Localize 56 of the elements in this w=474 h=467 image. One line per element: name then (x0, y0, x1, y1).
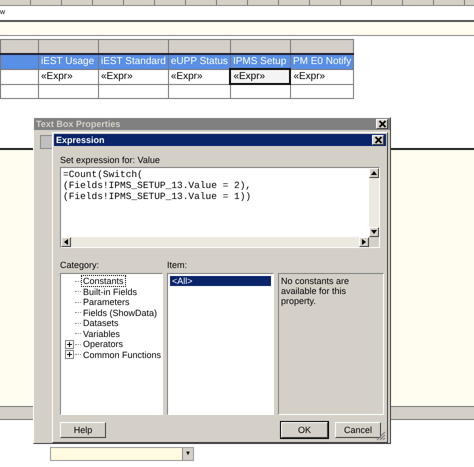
list-label: Item: (167, 260, 188, 271)
tree-item[interactable]: Constants (82, 276, 125, 286)
window-title: Text Box Properties (36, 119, 120, 129)
ok-button[interactable]: OK (281, 422, 328, 438)
table-cell[interactable] (168, 84, 230, 98)
expand-icon[interactable] (64, 340, 74, 349)
dialog-title: Expression (56, 135, 105, 145)
tree-item[interactable]: Common Functions (82, 350, 162, 360)
table-cell[interactable] (38, 84, 98, 98)
table-cell[interactable] (98, 84, 168, 98)
scrollbar-corner (369, 237, 379, 247)
expand-icon[interactable] (64, 350, 74, 360)
scroll-right-icon[interactable] (359, 237, 369, 247)
column-header: iEST Usage (38, 54, 98, 69)
tree-item[interactable]: Parameters (82, 297, 131, 308)
table-cell (230, 40, 290, 54)
column-header: eUPP Status (168, 54, 230, 69)
table-cell (168, 40, 230, 54)
list-label: Category: (60, 260, 100, 271)
table-cell (290, 40, 354, 54)
close-icon (374, 136, 382, 144)
table-cell[interactable]: «Expr» (98, 69, 168, 84)
table-cell[interactable] (290, 84, 354, 98)
scroll-left-icon[interactable] (61, 237, 71, 247)
horizontal-scrollbar[interactable] (61, 237, 369, 247)
table-cell[interactable]: «Expr» (230, 69, 290, 84)
help-button[interactable]: Help (60, 422, 106, 438)
close-icon (378, 120, 386, 128)
tree-item[interactable]: Variables (82, 328, 121, 339)
table-cell[interactable] (230, 84, 290, 98)
column-header: PM E0 Notify (290, 54, 354, 69)
cancel-button[interactable]: Cancel (335, 422, 381, 438)
tree-item[interactable]: Datasets (82, 318, 120, 328)
table-cell (98, 40, 168, 54)
column-header: iEST Standard (98, 54, 168, 69)
tree-item[interactable]: Built-in Fields (82, 286, 138, 297)
list-item[interactable]: <All> (170, 276, 271, 286)
field-label: Set expression for: Value (60, 155, 161, 166)
scroll-down-icon[interactable] (369, 227, 379, 237)
description-text: No constants are available for this property. (281, 276, 350, 306)
resize-grip-icon[interactable] (376, 431, 386, 441)
table-cell[interactable]: «Expr» (38, 69, 98, 84)
table-cell (0, 40, 38, 54)
close-button[interactable] (376, 119, 388, 129)
column-header (0, 54, 38, 69)
expression-field[interactable]: =Count(Switch( (Fields!IPMS_SETUP_13.Value = 2), (Fields!IPMS_SETUP_13.Value = 1)) (60, 167, 380, 248)
table-cell[interactable]: «Expr» (290, 69, 354, 84)
scroll-up-icon[interactable] (369, 168, 379, 178)
tree-item[interactable]: Fields (ShowData) (82, 308, 158, 318)
table-cell[interactable] (0, 84, 38, 98)
vertical-scrollbar[interactable] (369, 168, 379, 237)
tree-item[interactable]: Operators (82, 339, 124, 350)
close-button[interactable] (372, 135, 384, 145)
table-cell (38, 40, 98, 54)
column-header: IPMS Setup (230, 54, 290, 69)
table-cell[interactable] (0, 69, 38, 84)
